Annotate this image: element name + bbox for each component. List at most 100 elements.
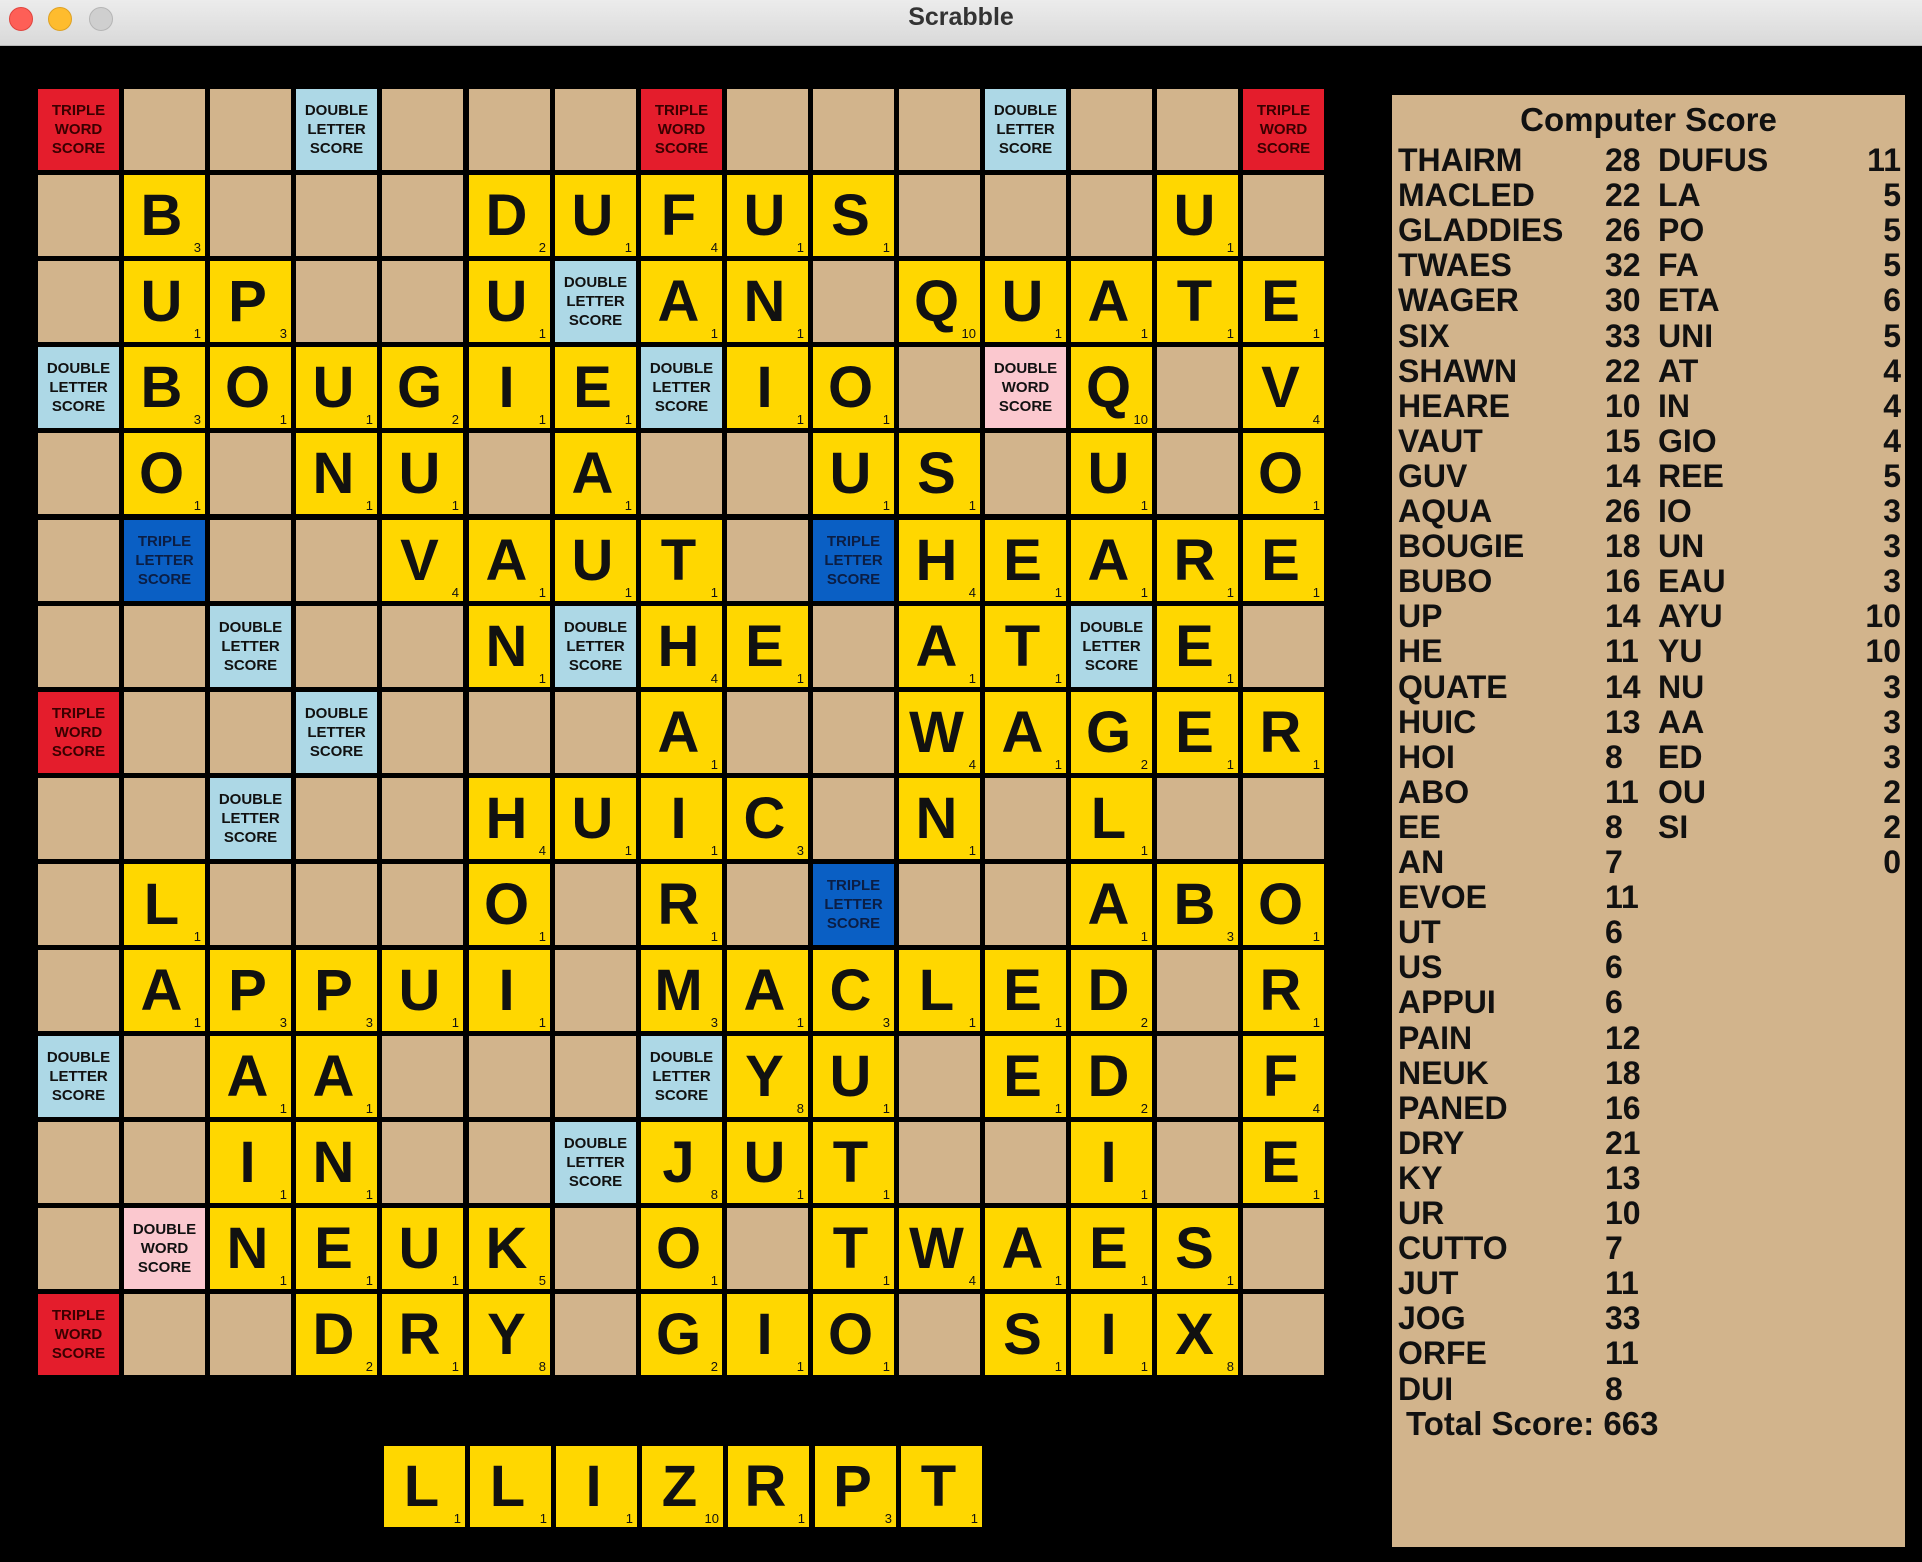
- empty-square[interactable]: [38, 261, 119, 342]
- board-tile[interactable]: P3: [296, 950, 377, 1031]
- board-tile[interactable]: U1: [382, 950, 463, 1031]
- empty-square[interactable]: [555, 692, 636, 773]
- triple-letter-score-square[interactable]: TRIPLE LETTER SCORE: [813, 520, 894, 601]
- board-tile[interactable]: U1: [813, 1036, 894, 1117]
- empty-square[interactable]: [813, 89, 894, 170]
- rack-tile[interactable]: T1: [901, 1446, 982, 1527]
- board-tile[interactable]: N1: [296, 1122, 377, 1203]
- empty-square[interactable]: [727, 520, 808, 601]
- triple-letter-score-square[interactable]: TRIPLE LETTER SCORE: [124, 520, 205, 601]
- board-tile[interactable]: U1: [1071, 433, 1152, 514]
- empty-square[interactable]: [813, 261, 894, 342]
- board-tile[interactable]: U1: [296, 347, 377, 428]
- board-tile[interactable]: A1: [210, 1036, 291, 1117]
- board-tile[interactable]: E1: [985, 520, 1066, 601]
- empty-square[interactable]: [124, 1036, 205, 1117]
- empty-square[interactable]: [296, 606, 377, 687]
- empty-square[interactable]: [296, 261, 377, 342]
- double-word-score-square[interactable]: DOUBLE WORD SCORE: [985, 347, 1066, 428]
- board-tile[interactable]: J8: [641, 1122, 722, 1203]
- board-tile[interactable]: S1: [899, 433, 980, 514]
- empty-square[interactable]: [985, 778, 1066, 859]
- board-tile[interactable]: G2: [1071, 692, 1152, 773]
- empty-square[interactable]: [296, 175, 377, 256]
- empty-square[interactable]: [555, 89, 636, 170]
- empty-square[interactable]: [555, 864, 636, 945]
- board-tile[interactable]: L1: [1071, 778, 1152, 859]
- board-tile[interactable]: U1: [124, 261, 205, 342]
- board-tile[interactable]: R1: [1243, 950, 1324, 1031]
- empty-square[interactable]: [210, 89, 291, 170]
- empty-square[interactable]: [296, 520, 377, 601]
- board-tile[interactable]: B3: [124, 175, 205, 256]
- board-tile[interactable]: R1: [382, 1294, 463, 1375]
- double-letter-score-square[interactable]: DOUBLE LETTER SCORE: [210, 778, 291, 859]
- rack-tile[interactable]: I1: [556, 1446, 637, 1527]
- board-tile[interactable]: E1: [555, 347, 636, 428]
- empty-square[interactable]: [382, 606, 463, 687]
- board-tile[interactable]: A1: [296, 1036, 377, 1117]
- double-letter-score-square[interactable]: DOUBLE LETTER SCORE: [555, 606, 636, 687]
- empty-square[interactable]: [641, 433, 722, 514]
- board-tile[interactable]: E1: [1243, 1122, 1324, 1203]
- empty-square[interactable]: [382, 864, 463, 945]
- board-tile[interactable]: A1: [1071, 864, 1152, 945]
- board-tile[interactable]: S1: [813, 175, 894, 256]
- empty-square[interactable]: [469, 89, 550, 170]
- board-tile[interactable]: U1: [727, 175, 808, 256]
- empty-square[interactable]: [382, 692, 463, 773]
- board-tile[interactable]: U1: [382, 1208, 463, 1289]
- board-tile[interactable]: E1: [1157, 692, 1238, 773]
- board-tile[interactable]: K5: [469, 1208, 550, 1289]
- board-tile[interactable]: N1: [469, 606, 550, 687]
- board-tile[interactable]: I1: [641, 778, 722, 859]
- board-tile[interactable]: T1: [813, 1208, 894, 1289]
- rack-tile[interactable]: P3: [815, 1446, 896, 1527]
- empty-square[interactable]: [727, 433, 808, 514]
- rack-tile[interactable]: Z 10: [642, 1446, 723, 1527]
- board-tile[interactable]: A1: [469, 520, 550, 601]
- board-tile[interactable]: U1: [555, 175, 636, 256]
- empty-square[interactable]: [124, 606, 205, 687]
- empty-square[interactable]: [124, 692, 205, 773]
- board-tile[interactable]: D2: [1071, 1036, 1152, 1117]
- empty-square[interactable]: [1157, 347, 1238, 428]
- empty-square[interactable]: [1157, 433, 1238, 514]
- triple-letter-score-square[interactable]: TRIPLE LETTER SCORE: [813, 864, 894, 945]
- board-tile[interactable]: U1: [469, 261, 550, 342]
- empty-square[interactable]: [210, 692, 291, 773]
- empty-square[interactable]: [899, 1122, 980, 1203]
- board-tile[interactable]: V4: [1243, 347, 1324, 428]
- empty-square[interactable]: [38, 520, 119, 601]
- empty-square[interactable]: [1157, 89, 1238, 170]
- board-tile[interactable]: A1: [1071, 520, 1152, 601]
- rack-tile[interactable]: L1: [470, 1446, 551, 1527]
- board-tile[interactable]: I1: [727, 347, 808, 428]
- empty-square[interactable]: [727, 692, 808, 773]
- board-tile[interactable]: P3: [210, 950, 291, 1031]
- empty-square[interactable]: [1157, 778, 1238, 859]
- empty-square[interactable]: [124, 1294, 205, 1375]
- empty-square[interactable]: [469, 1122, 550, 1203]
- board-tile[interactable]: I1: [1071, 1294, 1152, 1375]
- board-tile[interactable]: A1: [641, 692, 722, 773]
- triple-word-score-square[interactable]: TRIPLE WORD SCORE: [38, 692, 119, 773]
- board-tile[interactable]: A1: [1071, 261, 1152, 342]
- empty-square[interactable]: [124, 1122, 205, 1203]
- board-tile[interactable]: O1: [813, 347, 894, 428]
- board-tile[interactable]: P3: [210, 261, 291, 342]
- board-tile[interactable]: I1: [1071, 1122, 1152, 1203]
- empty-square[interactable]: [899, 864, 980, 945]
- empty-square[interactable]: [382, 1122, 463, 1203]
- empty-square[interactable]: [382, 778, 463, 859]
- triple-word-score-square[interactable]: TRIPLE WORD SCORE: [38, 1294, 119, 1375]
- board-tile[interactable]: O1: [1243, 433, 1324, 514]
- double-letter-score-square[interactable]: DOUBLE LETTER SCORE: [985, 89, 1066, 170]
- double-letter-score-square[interactable]: DOUBLE LETTER SCORE: [1071, 606, 1152, 687]
- board-tile[interactable]: U1: [555, 520, 636, 601]
- empty-square[interactable]: [899, 1294, 980, 1375]
- empty-square[interactable]: [1071, 89, 1152, 170]
- board-tile[interactable]: L1: [899, 950, 980, 1031]
- double-letter-score-square[interactable]: DOUBLE LETTER SCORE: [296, 89, 377, 170]
- board-tile[interactable]: G2: [641, 1294, 722, 1375]
